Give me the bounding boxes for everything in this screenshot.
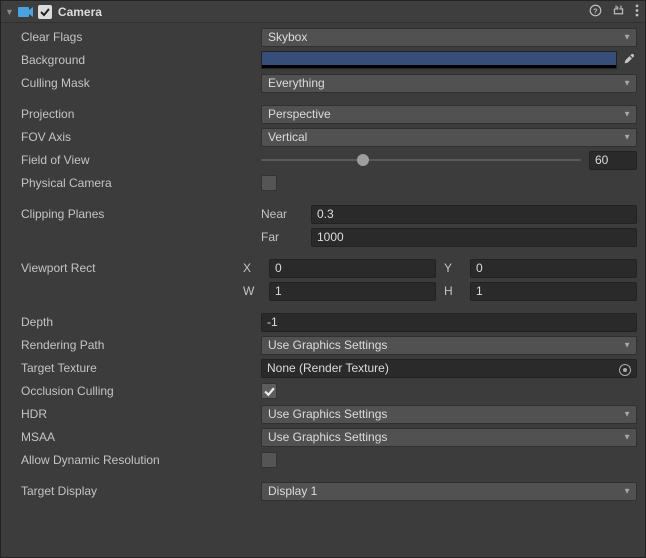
clear-flags-dropdown[interactable]: Skybox ▼ — [261, 28, 637, 47]
viewport-w-input[interactable] — [269, 282, 436, 301]
fov-slider[interactable] — [261, 151, 581, 169]
near-input[interactable] — [311, 205, 637, 224]
clear-flags-label: Clear Flags — [19, 30, 261, 44]
chevron-down-icon: ▼ — [623, 341, 631, 350]
target-display-label: Target Display — [19, 484, 261, 498]
physical-camera-checkbox[interactable] — [261, 175, 277, 191]
physical-camera-label: Physical Camera — [19, 176, 261, 190]
rendering-path-value: Use Graphics Settings — [268, 338, 387, 352]
target-texture-value: None (Render Texture) — [267, 361, 389, 375]
eyedropper-icon[interactable] — [621, 52, 637, 68]
occlusion-culling-checkbox[interactable] — [261, 383, 277, 399]
culling-mask-label: Culling Mask — [19, 76, 261, 90]
near-label: Near — [261, 207, 307, 221]
chevron-down-icon: ▼ — [623, 433, 631, 442]
viewport-h-label: H — [444, 284, 466, 298]
fov-input[interactable] — [589, 151, 637, 170]
slider-track — [261, 159, 581, 161]
msaa-value: Use Graphics Settings — [268, 430, 387, 444]
culling-mask-value: Everything — [268, 76, 325, 90]
slider-thumb[interactable] — [357, 154, 369, 166]
fov-axis-dropdown[interactable]: Vertical ▼ — [261, 128, 637, 147]
viewport-y-input[interactable] — [470, 259, 637, 278]
projection-value: Perspective — [268, 107, 331, 121]
rendering-path-label: Rendering Path — [19, 338, 261, 352]
msaa-dropdown[interactable]: Use Graphics Settings ▼ — [261, 428, 637, 447]
fov-label: Field of View — [19, 153, 261, 167]
component-title: Camera — [58, 5, 589, 19]
presets-icon[interactable] — [612, 4, 625, 20]
background-label: Background — [19, 53, 261, 67]
viewport-y-label: Y — [444, 261, 466, 275]
fov-axis-value: Vertical — [268, 130, 307, 144]
component-enabled-checkbox[interactable] — [38, 5, 52, 19]
hdr-value: Use Graphics Settings — [268, 407, 387, 421]
fov-axis-label: FOV Axis — [19, 130, 261, 144]
viewport-h-input[interactable] — [470, 282, 637, 301]
clipping-planes-label: Clipping Planes — [19, 207, 261, 221]
context-menu-icon[interactable] — [635, 4, 639, 20]
viewport-x-input[interactable] — [269, 259, 436, 278]
culling-mask-dropdown[interactable]: Everything ▼ — [261, 74, 637, 93]
help-icon[interactable]: ? — [589, 4, 602, 20]
target-texture-field[interactable]: None (Render Texture) — [261, 359, 637, 378]
viewport-x-label: X — [243, 261, 265, 275]
far-label: Far — [261, 230, 307, 244]
component-header[interactable]: ▼ Camera ? — [1, 1, 645, 23]
chevron-down-icon: ▼ — [623, 79, 631, 88]
depth-input[interactable] — [261, 313, 637, 332]
foldout-toggle-icon[interactable]: ▼ — [5, 7, 14, 17]
header-actions: ? — [589, 4, 639, 20]
hdr-dropdown[interactable]: Use Graphics Settings ▼ — [261, 405, 637, 424]
chevron-down-icon: ▼ — [623, 110, 631, 119]
viewport-rect-label: Viewport Rect — [19, 261, 243, 275]
far-input[interactable] — [311, 228, 637, 247]
target-texture-label: Target Texture — [19, 361, 261, 375]
hdr-label: HDR — [19, 407, 261, 421]
svg-text:?: ? — [593, 6, 598, 15]
background-color-field[interactable] — [261, 51, 617, 69]
chevron-down-icon: ▼ — [623, 487, 631, 496]
object-picker-icon[interactable] — [619, 361, 633, 375]
target-display-dropdown[interactable]: Display 1 ▼ — [261, 482, 637, 501]
camera-inspector-panel: ▼ Camera ? Clear Flags Skybox — [0, 0, 646, 558]
projection-dropdown[interactable]: Perspective ▼ — [261, 105, 637, 124]
occlusion-culling-label: Occlusion Culling — [19, 384, 261, 398]
target-display-value: Display 1 — [268, 484, 317, 498]
rendering-path-dropdown[interactable]: Use Graphics Settings ▼ — [261, 336, 637, 355]
msaa-label: MSAA — [19, 430, 261, 444]
allow-dynamic-resolution-checkbox[interactable] — [261, 452, 277, 468]
chevron-down-icon: ▼ — [623, 33, 631, 42]
chevron-down-icon: ▼ — [623, 133, 631, 142]
chevron-down-icon: ▼ — [623, 410, 631, 419]
depth-label: Depth — [19, 315, 261, 329]
viewport-w-label: W — [243, 284, 265, 298]
allow-dynamic-resolution-label: Allow Dynamic Resolution — [19, 453, 261, 467]
camera-icon — [18, 6, 34, 18]
clear-flags-value: Skybox — [268, 30, 307, 44]
projection-label: Projection — [19, 107, 261, 121]
